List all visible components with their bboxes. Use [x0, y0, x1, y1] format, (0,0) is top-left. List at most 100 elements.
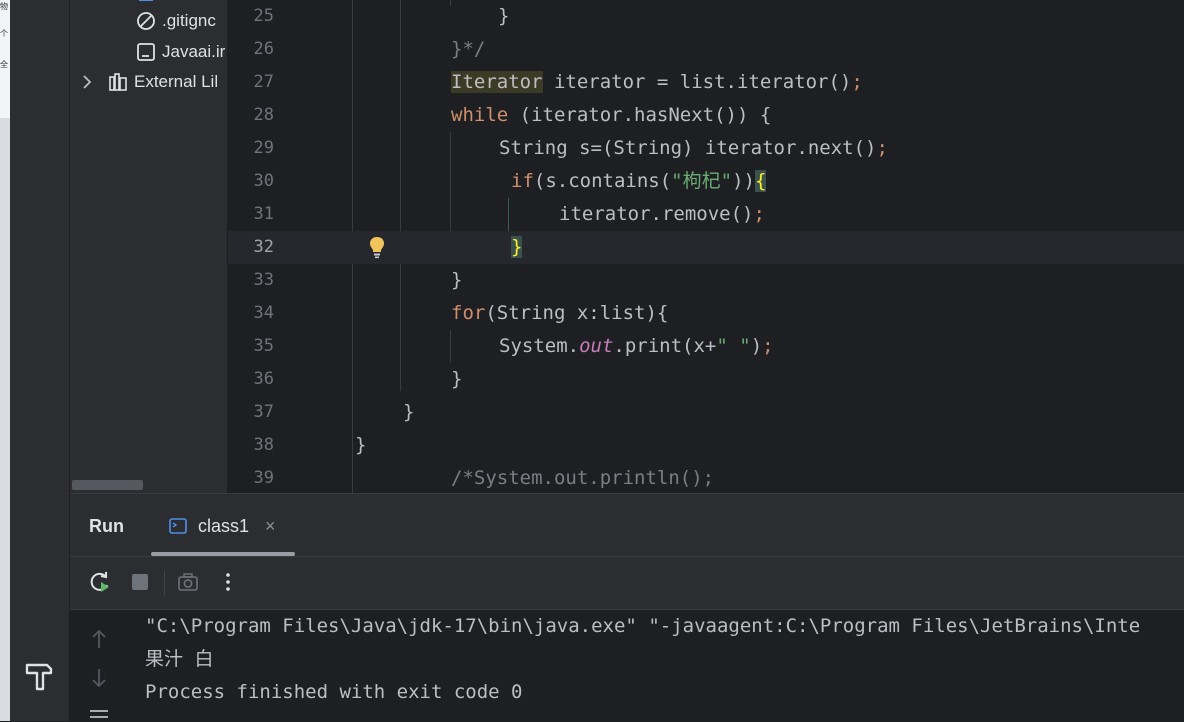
tree-item-label: Javaai.ir [162, 42, 226, 61]
line-number: 31 [253, 204, 274, 224]
run-header: Run class1 × [70, 494, 1184, 557]
line-number: 29 [253, 138, 274, 158]
stop-icon[interactable] [129, 571, 151, 593]
code-token: .print(x+ [613, 335, 717, 357]
build-hammer-icon[interactable] [24, 660, 54, 692]
console-icon [169, 518, 187, 534]
library-icon [108, 72, 128, 92]
tree-item-gitignore[interactable]: .gitignc [136, 9, 216, 33]
tree-item-partial[interactable] [136, 0, 162, 4]
run-tool-window: Run class1 × "C:\Program Files\Java\jdk-… [70, 493, 1184, 722]
horizontal-scrollbar[interactable] [72, 480, 143, 490]
code-line-29: 29 String s=(String) iterator.next(); [228, 132, 1184, 165]
code-text: }*/ [451, 38, 486, 60]
chevron-right-icon[interactable] [80, 73, 98, 91]
code-text: String s=(String) iterator.next(); [499, 132, 888, 165]
code-text: } [511, 231, 523, 264]
console-output[interactable]: "C:\Program Files\Java\jdk-17\bin\java.e… [70, 610, 1184, 722]
tree-item-external-libraries[interactable]: External Lil [80, 70, 218, 94]
code-line-39: 39 /*System.out.println(); [228, 462, 1184, 493]
rerun-icon[interactable] [89, 571, 111, 593]
code-string: " " [716, 335, 751, 357]
left-window-edge: 物 个 全 [0, 0, 10, 721]
highlighted-usage: Iterator [451, 71, 543, 93]
code-keyword: for [451, 302, 486, 324]
code-token: )) [732, 170, 755, 192]
camera-icon[interactable] [177, 571, 199, 593]
code-text: } [355, 434, 367, 456]
run-toolbar [70, 557, 1184, 610]
lightbulb-icon[interactable] [368, 235, 386, 259]
code-token: (s.contains( [533, 170, 672, 192]
code-text: } [451, 269, 463, 291]
console-line-command: "C:\Program Files\Java\jdk-17\bin\java.e… [145, 615, 1141, 637]
line-number: 28 [253, 105, 274, 125]
tab-label: class1 [198, 516, 250, 536]
code-token: ; [851, 71, 863, 93]
soft-wrap-icon[interactable] [88, 708, 110, 722]
code-text: for(String x:list){ [451, 297, 668, 330]
code-text: Iterator iterator = list.iterator(); [451, 66, 863, 99]
arrow-up-icon[interactable] [89, 628, 109, 650]
line-number: 25 [253, 6, 274, 26]
code-token: iterator.remove() [559, 203, 754, 225]
code-line-31: 31 iterator.remove(); [228, 198, 1184, 231]
line-number: 36 [253, 369, 274, 389]
code-token: (iterator.hasNext()) { [508, 104, 772, 126]
toolbar-separator [164, 571, 165, 595]
line-number: 38 [253, 435, 274, 455]
code-static-field: out [579, 335, 614, 357]
console-side-toolbar [70, 610, 126, 722]
line-number: 33 [253, 270, 274, 290]
project-tree: .gitignc Javaai.ir External Lil [70, 0, 227, 493]
code-token: (String x:list){ [485, 302, 669, 324]
console-line-output: 果汁 白 [145, 648, 214, 670]
code-token: System. [499, 335, 580, 357]
line-number: 35 [253, 336, 274, 356]
close-icon[interactable]: × [265, 516, 276, 537]
code-line-26: 26 }*/ [228, 33, 1184, 66]
matched-brace: { [754, 170, 767, 192]
more-options-icon[interactable] [217, 571, 239, 593]
code-line-33: 33 } [228, 264, 1184, 297]
code-text: iterator.remove(); [559, 198, 765, 231]
code-text: System.out.print(x+" "); [499, 330, 774, 363]
console-line-exit: Process finished with exit code 0 [145, 681, 523, 703]
code-token: ; [762, 335, 774, 357]
code-token: iterator = list.iterator() [542, 71, 852, 93]
code-text: while (iterator.hasNext()) { [451, 99, 771, 132]
code-string: "枸杞" [671, 170, 733, 192]
tree-item-label: .gitignc [162, 11, 216, 30]
line-number: 26 [253, 39, 274, 59]
code-line-37: 37 } [228, 396, 1184, 429]
code-text: } [451, 368, 463, 390]
left-edge-glyph: 个 [0, 29, 8, 38]
file-icon [136, 0, 156, 2]
matched-brace: } [511, 236, 523, 258]
tree-item-iml[interactable]: Javaai.ir [136, 40, 225, 64]
module-file-icon [136, 42, 156, 62]
code-line-38: 38 } [228, 429, 1184, 462]
code-line-25: 25 } [228, 0, 1184, 33]
code-line-28: 28 while (iterator.hasNext()) { [228, 99, 1184, 132]
code-text: } [403, 401, 415, 423]
line-number: 34 [253, 303, 274, 323]
left-edge-glyph: 全 [0, 60, 8, 69]
tab-class1[interactable]: class1 × [151, 494, 295, 556]
run-panel-title: Run [89, 516, 124, 536]
code-line-35: 35 System.out.print(x+" "); [228, 330, 1184, 363]
code-line-36: 36 } [228, 363, 1184, 396]
code-editor[interactable]: 25 } 26 }*/ 27 Iterator iterator = list.… [228, 0, 1184, 493]
code-line-30: 30 if(s.contains("枸杞")){ [228, 165, 1184, 198]
code-token: String s=(String) iterator.next() [499, 137, 877, 159]
left-edge-glyph: 物 [0, 2, 8, 11]
line-number: 30 [253, 171, 274, 191]
code-text: } [498, 5, 510, 27]
code-line-34: 34 for(String x:list){ [228, 297, 1184, 330]
line-number: 32 [253, 237, 274, 257]
ignore-file-icon [136, 11, 156, 31]
code-line-27: 27 Iterator iterator = list.iterator(); [228, 66, 1184, 99]
line-number: 39 [253, 468, 274, 488]
arrow-down-icon[interactable] [89, 667, 109, 689]
code-keyword: if [511, 170, 534, 192]
